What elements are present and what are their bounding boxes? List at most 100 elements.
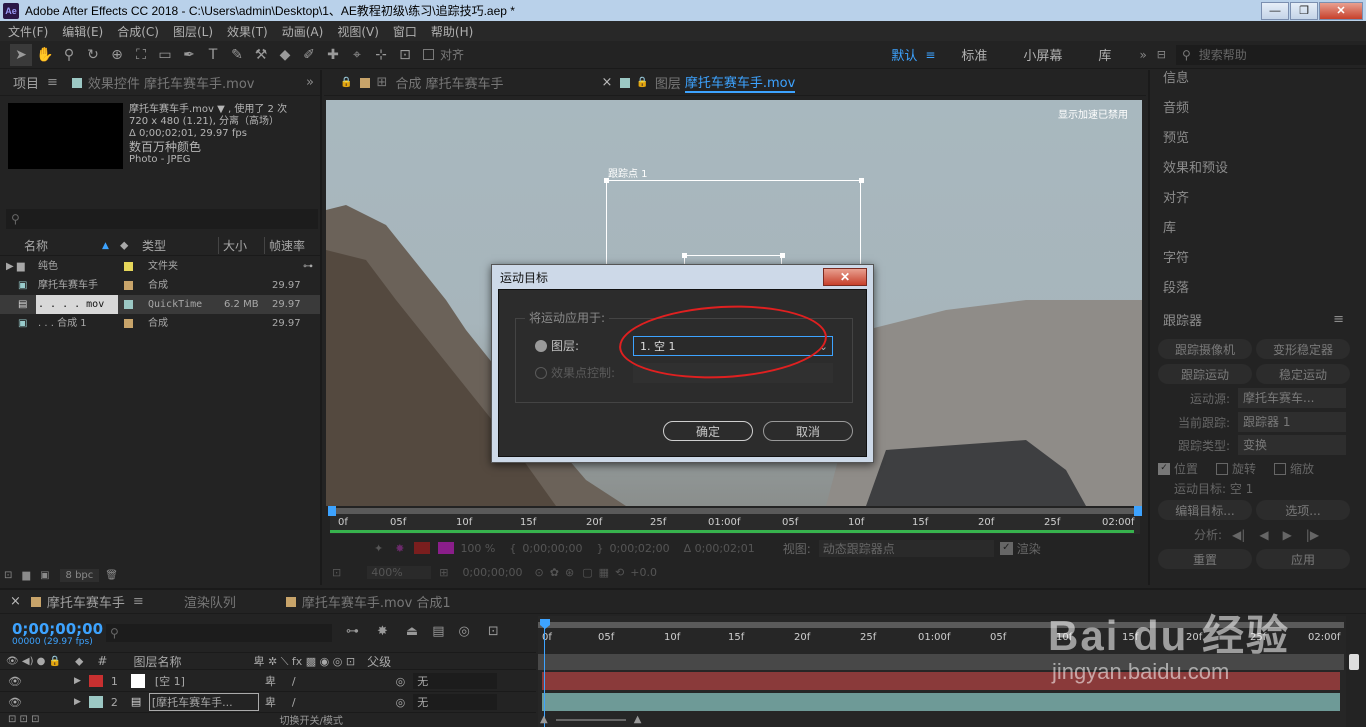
list-item[interactable]: ▣ 摩托车赛车手 合成 29.97 — [0, 276, 320, 295]
layer-label-color[interactable] — [88, 675, 103, 687]
position-checkbox[interactable]: ✓ — [1158, 462, 1170, 475]
graph-editor-icon[interactable]: ⊡ — [488, 624, 499, 639]
table-row[interactable]: 👁 ▶ 1 [空 1] 卑 / ◎ 无 — [0, 671, 536, 692]
always-preview-icon[interactable]: ⊡ — [332, 566, 341, 579]
show-snapshot-icon[interactable]: ✿ — [550, 566, 559, 579]
layer-name[interactable]: [摩托车赛车手... — [148, 693, 259, 711]
align-checkbox[interactable]: 对齐 — [423, 46, 464, 63]
exposure-value[interactable]: +0.0 — [630, 566, 657, 579]
channel-icon[interactable]: ⊛ — [565, 566, 574, 579]
project-search-input[interactable]: ⚲ — [6, 209, 318, 229]
zoom-slider[interactable] — [555, 718, 626, 721]
timeline-tab-comp[interactable]: 摩托车赛车手 — [47, 592, 125, 611]
shy-switch-icon[interactable]: 卑 — [265, 673, 276, 689]
workspace-small-screen[interactable]: 小屏幕 — [1005, 45, 1080, 64]
analyze-forward-icon[interactable]: ▶ — [1283, 528, 1292, 542]
paragraph-panel-tab[interactable]: 段落 — [1150, 274, 1366, 304]
delete-icon[interactable]: 🗑 — [105, 570, 118, 581]
sort-ascending-icon[interactable]: ▲ — [102, 241, 120, 251]
camera-tool-icon[interactable]: ⊕ — [106, 44, 128, 66]
layer-tab[interactable]: 摩托车赛车手.mov — [684, 72, 796, 93]
pickwhip-icon[interactable]: ◎ — [396, 696, 406, 709]
workspace-menu-icon[interactable]: ≡ — [925, 48, 935, 62]
reset-exposure-icon[interactable]: ⟲ — [615, 566, 624, 579]
eraser-tool-icon[interactable]: ◆ — [274, 44, 296, 66]
draft-3d-icon[interactable]: ✸ — [377, 624, 388, 639]
menu-edit[interactable]: 编辑(E) — [62, 23, 103, 40]
region-handle[interactable] — [780, 253, 785, 258]
col-size[interactable]: 大小 — [218, 237, 264, 254]
new-composition-icon[interactable]: ▣ — [40, 570, 49, 581]
rotation-checkbox[interactable] — [1216, 462, 1229, 475]
lock-icon[interactable]: 🔒 — [340, 77, 352, 88]
current-track-dropdown[interactable]: 跟踪器 1 — [1238, 412, 1346, 432]
expand-twirl-icon[interactable]: ▶ — [74, 697, 81, 707]
menu-help[interactable]: 帮助(H) — [431, 23, 473, 40]
pickwhip-icon[interactable]: ◎ — [396, 675, 406, 688]
world-axis-icon[interactable]: ⊹ — [370, 44, 392, 66]
work-area-bar[interactable] — [330, 508, 1140, 514]
rotate-tool-icon[interactable]: ↻ — [82, 44, 104, 66]
more-workspaces-icon[interactable]: » — [1139, 48, 1146, 62]
timeline-search-input[interactable]: ⚲ — [106, 624, 332, 642]
menu-animation[interactable]: 动画(A) — [282, 23, 324, 40]
track-camera-button[interactable]: 跟踪摄像机 — [1158, 339, 1252, 359]
panel-menu-icon[interactable]: ≡ — [133, 594, 144, 609]
effect-point-radio[interactable]: 效果点控制: — [535, 364, 615, 381]
timeline-tab-comp1[interactable]: 摩托车赛车手.mov 合成1 — [302, 592, 451, 611]
maximize-button[interactable]: ❐ — [1290, 1, 1318, 20]
help-search-box[interactable]: ⚲ 搜索帮助 — [1176, 44, 1366, 65]
snap-icon[interactable]: ✦ — [374, 542, 383, 555]
pan-behind-tool-icon[interactable]: ⛶ — [130, 44, 152, 66]
region-handle[interactable] — [859, 178, 864, 183]
snapshot-icon[interactable]: ⊙ — [535, 566, 544, 579]
character-panel-tab[interactable]: 字符 — [1150, 244, 1366, 274]
preview-panel-tab[interactable]: 预览 — [1150, 124, 1366, 154]
selection-tool-icon[interactable]: ➤ — [10, 43, 32, 66]
list-item[interactable]: ▣ . . . 合成 1 合成 29.97 — [0, 314, 320, 333]
roto-brush-tool-icon[interactable]: ✐ — [298, 44, 320, 66]
options-button[interactable]: 选项... — [1256, 500, 1350, 520]
layer-label-color[interactable] — [88, 696, 103, 708]
visibility-eye-icon[interactable]: 👁 — [8, 675, 22, 688]
col-frame-rate[interactable]: 帧速率 — [264, 237, 305, 254]
panel-menu-icon[interactable]: ≡ — [1333, 312, 1344, 327]
expand-twirl-icon[interactable]: ▶ — [74, 676, 81, 686]
table-row[interactable]: 👁 ▶ 2 ▤ [摩托车赛车手... 卑 / ◎ 无 — [0, 692, 536, 713]
region-handle[interactable] — [604, 178, 609, 183]
work-area-start-handle[interactable] — [328, 506, 336, 516]
close-window-button[interactable]: ✕ — [1319, 1, 1363, 20]
motion-source-dropdown[interactable]: 摩托车赛车... — [1238, 388, 1346, 408]
list-item-selected[interactable]: ▤ . . . . mov QuickTime 6.2 MB 29.97 — [0, 295, 320, 314]
track-motion-button[interactable]: 跟踪运动 — [1158, 364, 1252, 384]
timeline-work-area-bar[interactable] — [538, 622, 1344, 628]
motion-blur-icon[interactable]: ◎ — [459, 624, 470, 639]
more-tabs-icon[interactable]: » — [306, 75, 314, 90]
bit-depth-button[interactable]: 8 bpc — [59, 568, 100, 582]
region-handle[interactable] — [682, 253, 687, 258]
analyze-back-one-icon[interactable]: ◀| — [1232, 528, 1245, 542]
effect-controls-tab[interactable]: 效果控件 摩托车赛车手.mov — [88, 73, 263, 92]
layer-name[interactable]: [空 1] — [155, 673, 259, 689]
project-tab[interactable]: 项目 — [0, 73, 47, 92]
dialog-close-button[interactable]: ✕ — [823, 268, 867, 286]
menu-window[interactable]: 窗口 — [393, 23, 417, 40]
zoom-percent[interactable]: 100 % — [460, 542, 495, 555]
quality-switch-icon[interactable]: / — [292, 696, 296, 709]
timeline-graph-area[interactable]: 0f 05f 10f 15f 20f 25f 01:00f 05f 10f 15… — [538, 616, 1346, 727]
magnification-dropdown[interactable]: 400% — [367, 565, 432, 579]
ok-button[interactable]: 确定 — [663, 421, 753, 441]
analyze-backward-icon[interactable]: ◀ — [1259, 528, 1268, 542]
reset-button[interactable]: 重置 — [1158, 549, 1252, 569]
motion-blur-icon[interactable]: ✸ — [395, 542, 404, 555]
layer-radio[interactable]: 图层: — [535, 337, 579, 354]
view-dropdown[interactable]: 动态跟踪器点 — [818, 539, 994, 557]
region-of-interest-icon[interactable]: ▢ — [582, 566, 592, 579]
render-checkbox[interactable]: ✓ — [999, 541, 1013, 555]
zoom-tool-icon[interactable]: ⚲ — [58, 44, 80, 66]
libraries-panel-tab[interactable]: 库 — [1150, 214, 1366, 244]
puppet-pin-tool-icon[interactable]: ✚ — [322, 44, 344, 66]
warp-stabilizer-button[interactable]: 变形稳定器 — [1256, 339, 1350, 359]
workspace-standard[interactable]: 标准 — [943, 45, 1005, 64]
align-panel-tab[interactable]: 对齐 — [1150, 184, 1366, 214]
